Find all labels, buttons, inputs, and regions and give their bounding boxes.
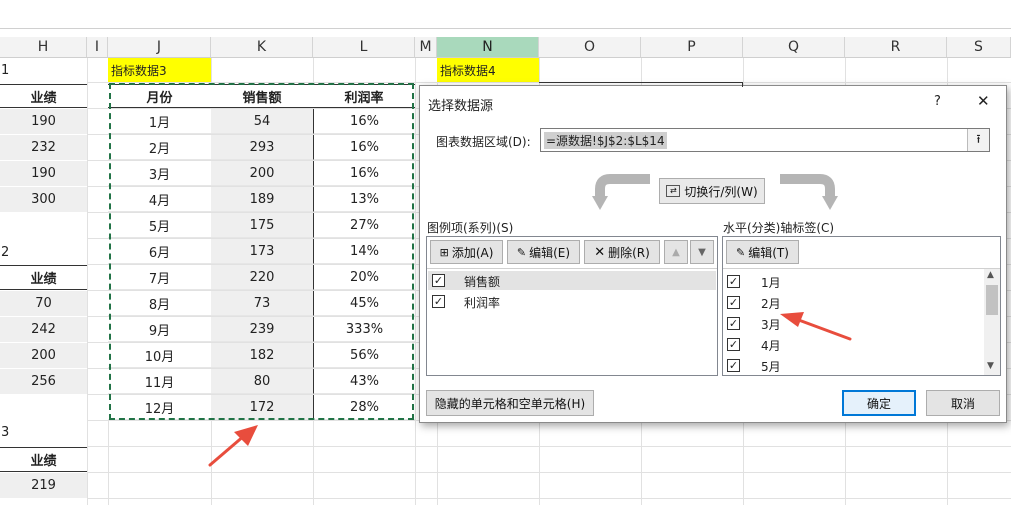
category-item[interactable]: 5月 (761, 358, 781, 375)
scroll-down-icon[interactable]: ▼ (987, 361, 994, 371)
help-icon[interactable]: ? (934, 94, 941, 109)
axis-panel: ✎ 编辑(T) ✓ 1月 ✓ 2月 ✓ 3月 ✓ 4月 ✓ 5月 ▲ ▼ (722, 236, 1001, 376)
add-label: 添加(A) (451, 245, 494, 260)
axis-edit-label: 编辑(T) (748, 245, 789, 260)
delete-label: 删除(R) (608, 245, 650, 260)
grid-row-line (87, 498, 1011, 499)
upload-icon[interactable]: ⭱ (967, 129, 989, 151)
col-header-s[interactable]: S (947, 37, 1011, 58)
table3-title[interactable]: 指标数据3 (108, 58, 211, 82)
h-header-1[interactable]: 业绩 (0, 84, 87, 108)
annotation-arrow-icon (780, 312, 852, 341)
range-value: =源数据!$J$2:$L$14 (544, 132, 667, 149)
col-header-h[interactable]: H (0, 37, 87, 58)
h-row-label-3[interactable]: 3 (0, 420, 20, 444)
right-curve-arrow-icon (780, 174, 838, 210)
col-header-i[interactable]: I (87, 37, 108, 58)
ok-button[interactable]: 确定 (842, 390, 916, 416)
h-value[interactable]: 190 (0, 161, 87, 186)
h-row-label-1[interactable]: 1 (0, 58, 20, 82)
cancel-button[interactable]: 取消 (926, 390, 1000, 416)
toolbar-divider (427, 268, 717, 269)
axis-section-label: 水平(分类)轴标签(C) (723, 221, 835, 235)
close-icon[interactable]: ✕ (977, 92, 990, 110)
table4-border (539, 82, 743, 83)
check-icon[interactable]: ✓ (727, 296, 740, 309)
col-header-q[interactable]: Q (743, 37, 845, 58)
h-value[interactable]: 256 (0, 369, 87, 394)
h-header-2[interactable]: 业绩 (0, 265, 87, 290)
dialog-title: 选择数据源 (428, 99, 494, 114)
grid-col-line (87, 58, 88, 505)
table4-title[interactable]: 指标数据4 (437, 58, 539, 82)
h-value[interactable]: 300 (0, 187, 87, 212)
scroll-up-icon[interactable]: ▲ (987, 270, 994, 280)
delete-icon: ✕ (594, 244, 606, 260)
scrollbar[interactable]: ▲ ▼ (984, 269, 1000, 375)
up-arrow-icon[interactable]: ▲ (664, 240, 688, 264)
range-input[interactable]: =源数据!$J$2:$L$14 ⭱ (540, 128, 990, 152)
add-button[interactable]: ⊞ 添加(A) (430, 240, 503, 264)
h-value[interactable]: 70 (0, 291, 87, 316)
h-value[interactable]: 232 (0, 135, 87, 160)
delete-series-button[interactable]: ✕ 删除(R) (584, 240, 660, 264)
series-panel: ⊞ 添加(A) ✎ 编辑(E) ✕ 删除(R) ▲ ▼ ✓ 销售额 ✓ 利润率 (426, 236, 718, 376)
category-item[interactable]: 1月 (761, 274, 781, 291)
scrollbar-thumb[interactable] (986, 285, 998, 315)
legend-section-label: 图例项(系列)(S) (427, 221, 514, 235)
check-icon[interactable]: ✓ (727, 338, 740, 351)
formula-bar-divider (0, 28, 1011, 29)
down-arrow-icon[interactable]: ▼ (690, 240, 714, 264)
select-data-source-dialog: 选择数据源 ? ✕ 图表数据区域(D): =源数据!$J$2:$L$14 ⭱ ⇄… (419, 85, 1007, 423)
col-header-n[interactable]: N (437, 37, 539, 58)
col-header-l[interactable]: L (313, 37, 415, 58)
grid-col-line (415, 58, 416, 505)
edit-label: 编辑(E) (529, 245, 571, 260)
edit-icon: ✎ (736, 245, 746, 259)
check-icon[interactable]: ✓ (727, 359, 740, 372)
check-icon[interactable]: ✓ (432, 274, 445, 287)
copy-selection-border (109, 83, 414, 420)
h-value[interactable]: 190 (0, 109, 87, 134)
left-curve-arrow-icon (592, 174, 650, 210)
edit-series-button[interactable]: ✎ 编辑(E) (507, 240, 580, 264)
switch-label: 切换行/列(W) (684, 184, 758, 199)
switch-icon: ⇄ (666, 185, 681, 197)
h-value[interactable]: 200 (0, 343, 87, 368)
edit-axis-button[interactable]: ✎ 编辑(T) (726, 240, 799, 264)
switch-row-col-button[interactable]: ⇄ 切换行/列(W) (659, 178, 765, 204)
toolbar-divider (723, 268, 1000, 269)
check-icon[interactable]: ✓ (727, 275, 740, 288)
h-header-3[interactable]: 业绩 (0, 447, 87, 472)
col-header-k[interactable]: K (211, 37, 313, 58)
range-label: 图表数据区域(D): (436, 135, 531, 149)
series-item[interactable]: 销售额 (464, 273, 500, 290)
hidden-cells-button[interactable]: 隐藏的单元格和空单元格(H) (426, 390, 594, 416)
table4-border (742, 82, 743, 87)
col-header-r[interactable]: R (845, 37, 947, 58)
series-item[interactable]: 利润率 (464, 294, 500, 311)
col-header-m[interactable]: M (415, 37, 437, 58)
check-icon[interactable]: ✓ (727, 317, 740, 330)
h-value[interactable]: 242 (0, 317, 87, 342)
h-row-label-2[interactable]: 2 (0, 240, 20, 264)
col-header-j[interactable]: J (108, 37, 211, 58)
check-icon[interactable]: ✓ (432, 295, 445, 308)
add-icon: ⊞ (439, 245, 449, 259)
col-header-o[interactable]: O (539, 37, 641, 58)
edit-icon: ✎ (516, 245, 527, 259)
col-header-p[interactable]: P (641, 37, 743, 58)
annotation-arrow-icon (208, 425, 258, 467)
h-value[interactable]: 219 (0, 473, 87, 498)
grid-row-line (87, 472, 1011, 473)
